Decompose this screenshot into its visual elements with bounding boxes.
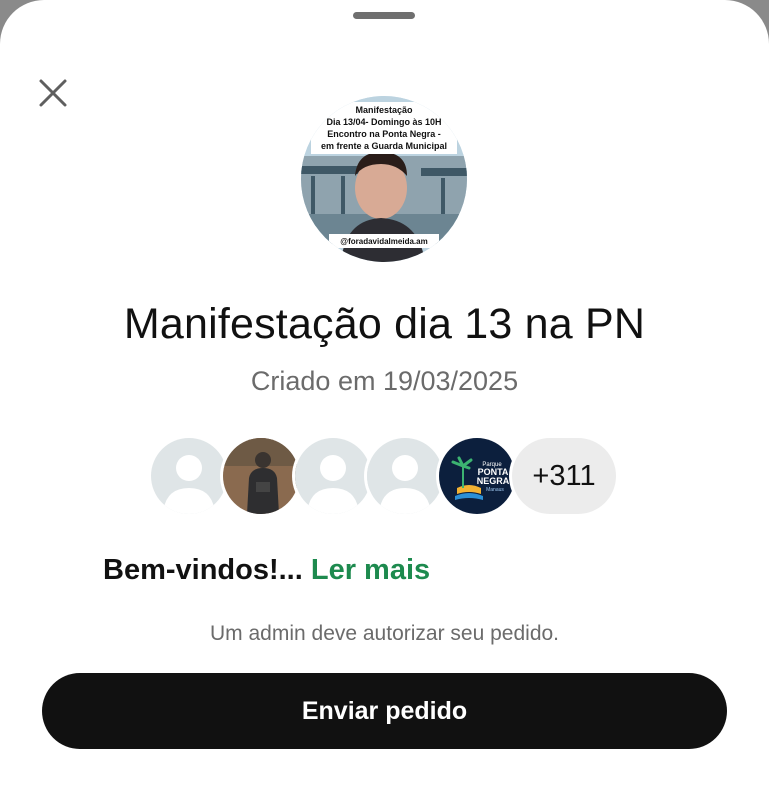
avatar-caption-line: Encontro na Ponta Negra - (327, 129, 441, 139)
admin-approval-note: Um admin deve autorizar seu pedido. (209, 622, 560, 645)
person-photo-icon (223, 438, 299, 514)
member-avatars[interactable]: Parque PONTA NEGRA Manaus +311 (151, 438, 621, 514)
join-group-sheet: Manifestação Dia 13/04- Domingo às 10H E… (0, 0, 769, 800)
description-text: Bem-vindos!... (103, 554, 303, 586)
member-avatar-photo (223, 438, 299, 514)
member-avatar-placeholder (151, 438, 227, 514)
close-icon (39, 79, 67, 107)
read-more-link[interactable]: Ler mais (311, 554, 430, 586)
member-count-badge[interactable]: +311 (512, 438, 616, 514)
user-placeholder-icon (151, 438, 227, 514)
avatar-caption-line: em frente a Guarda Municipal (321, 141, 447, 151)
user-placeholder-icon (367, 438, 443, 514)
avatar-handle: @foradavidalmeida.am (340, 237, 427, 246)
group-description: Bem-vindos!... Ler mais (103, 554, 430, 587)
member-avatar-placeholder (367, 438, 443, 514)
ponta-negra-logo-icon: Parque PONTA NEGRA Manaus (439, 438, 515, 514)
group-title: Manifestação dia 13 na PN (123, 300, 646, 348)
logo-text: Manaus (486, 487, 504, 493)
logo-text: NEGRA (477, 476, 510, 486)
close-button[interactable] (34, 74, 72, 112)
group-created-date: Criado em 19/03/2025 (250, 366, 519, 396)
member-avatar-logo: Parque PONTA NEGRA Manaus (439, 438, 515, 514)
group-avatar: Manifestação Dia 13/04- Domingo às 10H E… (301, 96, 467, 262)
avatar-caption-line: Dia 13/04- Domingo às 10H (326, 117, 441, 127)
user-placeholder-icon (295, 438, 371, 514)
member-avatar-placeholder (295, 438, 371, 514)
send-request-button[interactable]: Enviar pedido (42, 673, 727, 749)
drag-handle[interactable] (353, 12, 415, 19)
avatar-caption-line: Manifestação (355, 105, 413, 115)
